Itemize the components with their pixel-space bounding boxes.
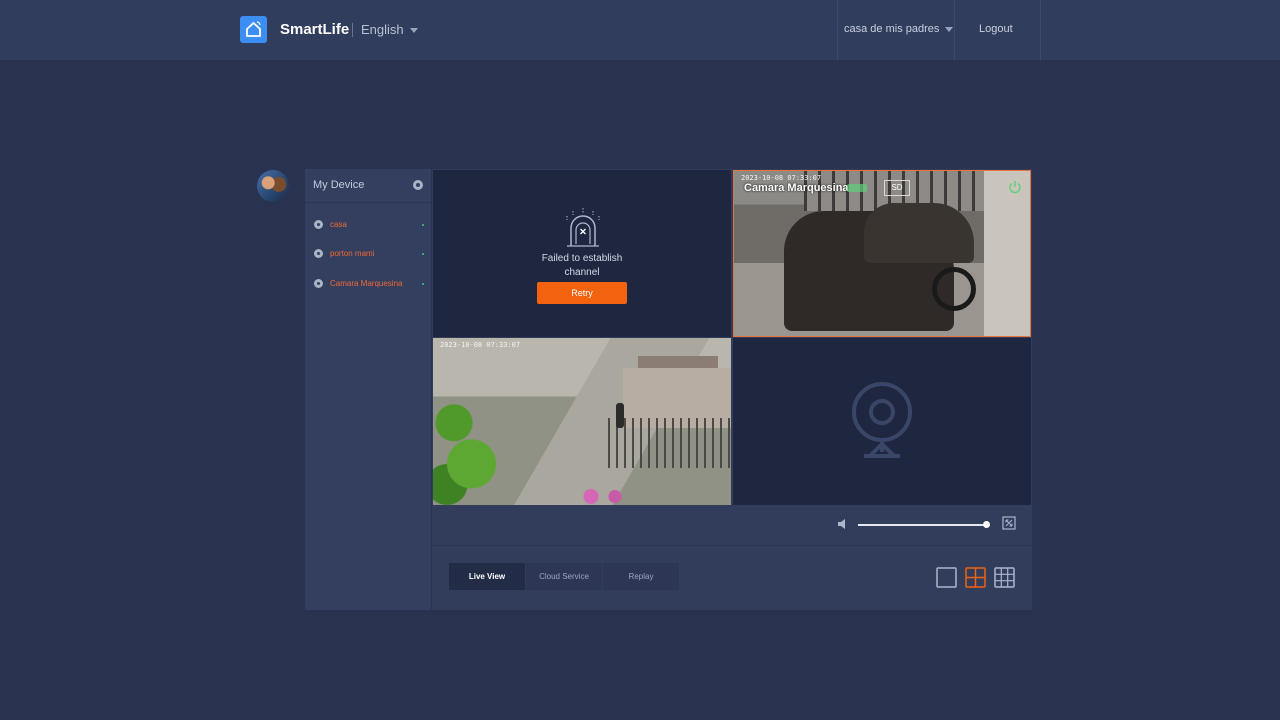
device-icon bbox=[314, 220, 323, 229]
device-icon bbox=[314, 249, 323, 258]
camera-feed-image bbox=[734, 171, 1030, 336]
quality-toggle[interactable]: SD bbox=[884, 180, 910, 196]
video-cell-4[interactable] bbox=[733, 338, 1031, 505]
sidebar-title: My Device bbox=[313, 179, 365, 191]
person-scene bbox=[616, 403, 624, 428]
video-cell-3[interactable]: 2023-10-08 07:33:07 bbox=[433, 338, 731, 505]
tab-live-view[interactable]: Live View bbox=[449, 563, 525, 590]
power-icon[interactable] bbox=[1008, 180, 1022, 194]
header-divider bbox=[837, 0, 838, 60]
refresh-icon[interactable] bbox=[413, 180, 423, 190]
flowers-scene bbox=[573, 488, 633, 505]
device-name: casa bbox=[330, 220, 347, 229]
fullscreen-icon[interactable] bbox=[1002, 516, 1016, 530]
online-status-dot bbox=[422, 253, 424, 255]
fence-scene bbox=[608, 418, 731, 468]
device-sidebar: My Device casa porton mami Camara Marque… bbox=[305, 169, 431, 610]
motorcycle-wheel-scene bbox=[932, 267, 976, 311]
retry-button[interactable]: Retry bbox=[537, 282, 627, 304]
volume-slider-handle[interactable] bbox=[983, 521, 990, 528]
tab-cloud-service[interactable]: Cloud Service bbox=[526, 563, 602, 590]
nine-view-icon[interactable] bbox=[994, 567, 1015, 588]
online-status-dot bbox=[422, 283, 424, 285]
camera-name: Camara Marquesina bbox=[744, 182, 849, 194]
camera-placeholder-icon bbox=[852, 382, 912, 458]
brand-separator bbox=[352, 23, 353, 37]
camera-timestamp: 2023-10-08 07:33:07 bbox=[741, 174, 822, 182]
language-label: English bbox=[361, 22, 404, 37]
wall-scene bbox=[984, 171, 1030, 336]
video-cell-2[interactable]: 2023-10-08 07:33:07 Camara Marquesina SD bbox=[733, 170, 1031, 337]
volume-slider[interactable] bbox=[858, 524, 986, 526]
camera-feed-image bbox=[433, 338, 731, 505]
device-item-camara-marquesina[interactable]: Camara Marquesina bbox=[313, 278, 427, 290]
divider bbox=[432, 545, 1032, 546]
tree-scene bbox=[433, 368, 503, 505]
device-icon bbox=[314, 279, 323, 288]
home-selector[interactable]: casa de mis padres bbox=[844, 23, 954, 35]
header-divider bbox=[1040, 0, 1041, 60]
car-roof-scene bbox=[864, 203, 974, 263]
live-indicator bbox=[847, 184, 867, 192]
chevron-down-icon bbox=[945, 26, 954, 32]
device-item-casa[interactable]: casa bbox=[313, 219, 427, 231]
connection-failed-icon bbox=[566, 208, 600, 247]
video-cell-1[interactable]: Failed to establish channel Retry bbox=[433, 170, 731, 337]
brand-name: SmartLife bbox=[280, 21, 350, 38]
device-item-porton-mami[interactable]: porton mami bbox=[313, 248, 427, 260]
error-message: Failed to establish channel bbox=[541, 253, 623, 278]
header-divider bbox=[954, 0, 955, 60]
volume-icon[interactable] bbox=[837, 518, 849, 530]
smartlife-logo-icon[interactable] bbox=[240, 16, 267, 43]
user-avatar[interactable] bbox=[257, 170, 289, 202]
camera-timestamp: 2023-10-08 07:33:07 bbox=[440, 341, 521, 349]
logout-button[interactable]: Logout bbox=[979, 23, 1013, 35]
video-panel: Failed to establish channel Retry 2023-1… bbox=[432, 169, 1032, 610]
chevron-down-icon bbox=[409, 28, 418, 34]
home-label: casa de mis padres bbox=[844, 23, 940, 35]
device-name: porton mami bbox=[330, 249, 375, 258]
language-selector[interactable]: English bbox=[361, 22, 418, 37]
top-header: SmartLife English casa de mis padres Log… bbox=[0, 0, 1280, 60]
single-view-icon[interactable] bbox=[936, 567, 957, 588]
tab-replay[interactable]: Replay bbox=[603, 563, 679, 590]
online-status-dot bbox=[422, 224, 424, 226]
divider bbox=[305, 202, 431, 203]
device-name: Camara Marquesina bbox=[330, 279, 403, 288]
quad-view-icon[interactable] bbox=[965, 567, 986, 588]
